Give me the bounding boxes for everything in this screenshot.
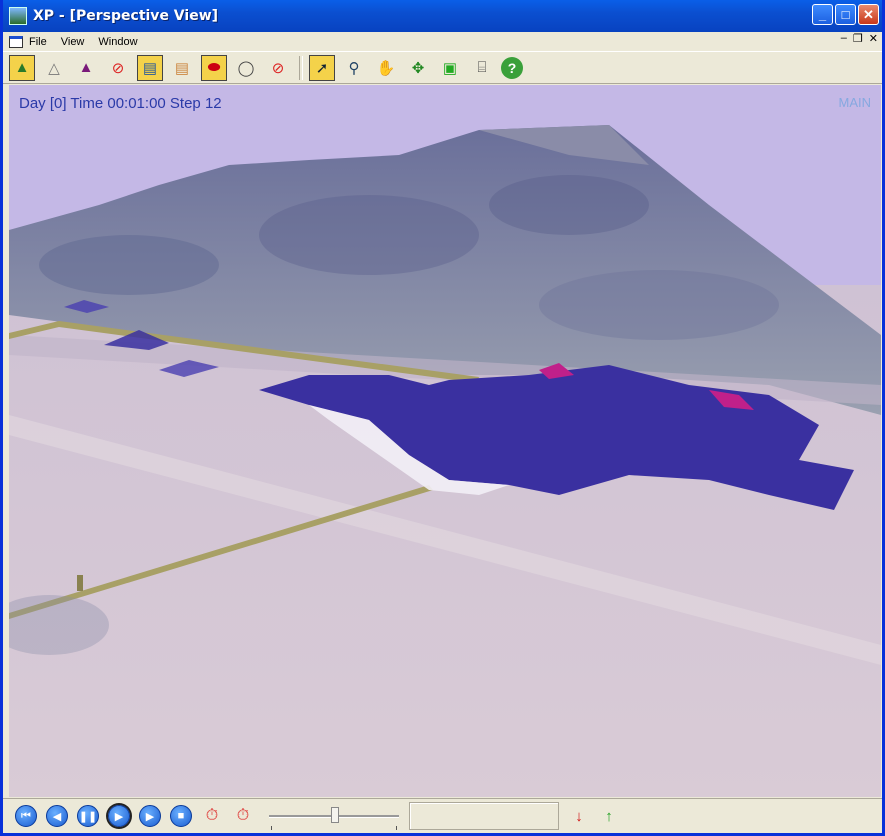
menu-window[interactable]: Window [98,36,137,48]
time-slider[interactable] [269,805,399,830]
application-window: XP - [Perspective View] _ □ ✕ File View … [0,0,885,836]
stop-button[interactable]: ■ [170,805,192,827]
minimize-button[interactable]: _ [812,4,833,25]
maximize-button[interactable]: □ [835,4,856,25]
no-entry-icon[interactable]: ⊘ [265,55,291,81]
play-button[interactable]: ▶ [139,805,161,827]
fit-view-icon[interactable]: ▣ [437,55,463,81]
document-icon[interactable] [9,35,23,48]
title-bar[interactable]: XP - [Perspective View] _ □ ✕ [3,0,882,32]
terrain-icon[interactable]: ▲ [9,54,35,81]
wireframe-terrain-icon[interactable]: △ [41,55,67,81]
menu-file[interactable]: File [29,36,47,48]
mdi-minimize-button[interactable]: – [841,32,847,45]
pan-hand-icon[interactable]: ✋ [373,55,399,81]
ring-icon[interactable]: ◯ [233,55,259,81]
mdi-restore-button[interactable]: ❐ [853,32,863,45]
up-arrow-icon[interactable]: ↑ [601,805,617,827]
view-name-label: MAIN [838,95,872,110]
layer-icon[interactable]: ▤ [137,54,163,81]
menu-bar: File View Window – ❐ ✕ [3,32,882,51]
slider-tick [271,826,272,830]
playback-bar: ⏮ ◀ ❚❚ ▶ ▶ ■ ⏱ ⏱ ↓ ↑ [3,798,882,833]
zoom-icon[interactable]: ⚲ [341,55,367,81]
help-icon[interactable]: ? [501,56,523,79]
perspective-view[interactable]: Day [0] Time 00:01:00 Step 12 MAIN [9,85,881,797]
toolbar-separator [299,55,303,80]
app-icon [9,7,27,25]
step-forward-button[interactable]: ▶ [108,805,130,827]
toolbar: ▲ △ ▲ ⊘ ▤ ▤ ⬬ ◯ ⊘ ➚ ⚲ ✋ ✥ ▣ ⌸ ? [3,51,882,84]
step-back-button[interactable]: ◀ [46,805,68,827]
color-layer-icon[interactable]: ▤ [169,55,195,81]
slider-thumb[interactable] [331,807,339,823]
cylinder-icon[interactable]: ⬬ [201,54,227,81]
no-terrain-icon[interactable]: ⊘ [105,55,131,81]
time-display-field [409,802,559,830]
camera-icon[interactable]: ⌸ [469,55,495,81]
close-button[interactable]: ✕ [858,4,879,25]
profile-icon[interactable]: ▲ [73,55,99,81]
record-timer-icon[interactable]: ⏱ [232,805,254,827]
rotate-axes-icon[interactable]: ✥ [405,55,431,81]
pointer-icon[interactable]: ➚ [309,54,335,81]
simulation-status: Day [0] Time 00:01:00 Step 12 [19,95,222,112]
rewind-button[interactable]: ⏮ [15,805,37,827]
slider-tick [396,826,397,830]
menu-view[interactable]: View [61,36,85,48]
window-title: XP - [Perspective View] [33,8,219,24]
pause-button[interactable]: ❚❚ [77,805,99,827]
terrain-scene [9,125,881,797]
record-timer-add-icon[interactable]: ⏱ [201,805,223,827]
down-arrow-icon[interactable]: ↓ [571,805,587,827]
mdi-close-button[interactable]: ✕ [869,32,878,45]
